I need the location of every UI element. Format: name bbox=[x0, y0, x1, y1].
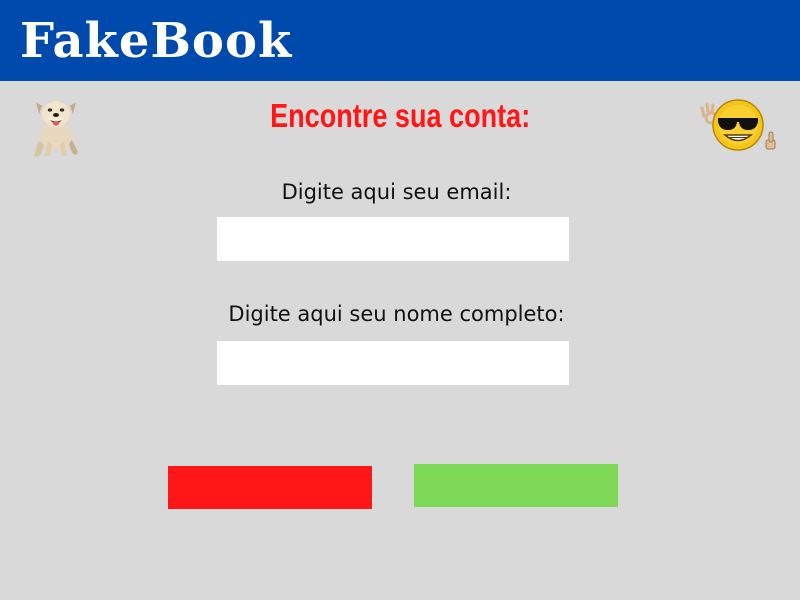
email-label: Digite aqui seu email: bbox=[281, 180, 512, 204]
page-title: Encontre sua conta: bbox=[270, 97, 531, 134]
header-bar: FakeBook bbox=[0, 0, 800, 81]
brand-logo: FakeBook bbox=[20, 13, 293, 69]
email-field[interactable] bbox=[217, 217, 569, 261]
cancel-button[interactable] bbox=[168, 466, 372, 509]
confirm-button[interactable] bbox=[414, 464, 618, 507]
full-name-field[interactable] bbox=[217, 341, 569, 385]
full-name-label: Digite aqui seu nome completo: bbox=[228, 302, 565, 326]
